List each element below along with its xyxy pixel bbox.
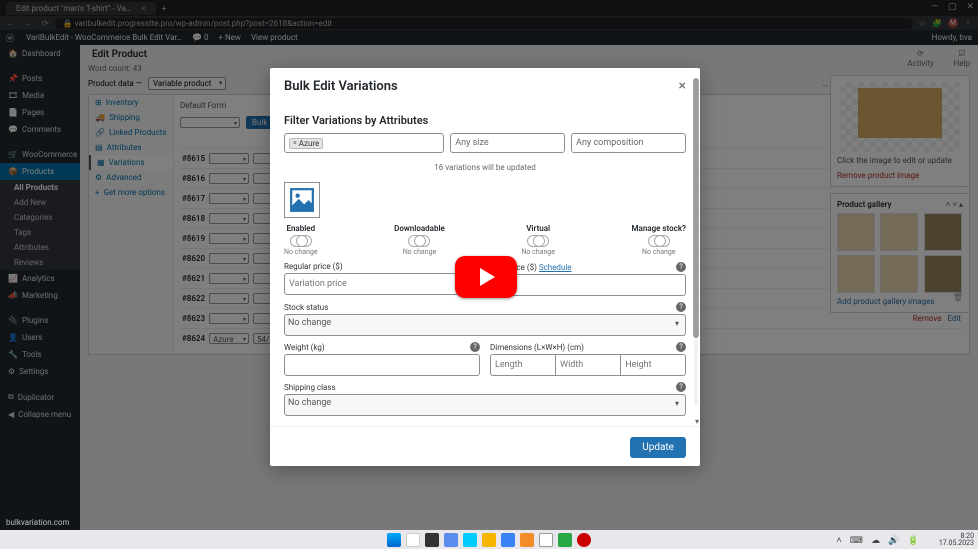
composition-filter-input[interactable]: Any composition [571, 133, 686, 153]
length-input[interactable] [490, 354, 555, 376]
explorer-icon[interactable] [444, 533, 458, 547]
shipping-class-label: Shipping class [284, 383, 336, 392]
regular-price-label: Regular price ($) [284, 262, 343, 271]
modal-scrollbar[interactable]: ▾ [692, 78, 700, 426]
stock-status-label: Stock status [284, 303, 328, 312]
sale-price-help-icon[interactable]: ? [676, 262, 686, 272]
stock-help-icon[interactable]: ? [676, 302, 686, 312]
image-icon [289, 187, 315, 213]
clock[interactable]: 8:20 17.05.2023 [939, 533, 974, 548]
app-icon[interactable] [501, 533, 515, 547]
variation-image-placeholder[interactable] [284, 182, 320, 218]
search-icon[interactable] [406, 533, 420, 547]
virtual-option: Virtual No change [521, 224, 555, 256]
downloadable-toggle[interactable] [408, 235, 430, 247]
enabled-option: Enabled No change [284, 224, 318, 256]
modal-title: Bulk Edit Variations [284, 79, 398, 94]
color-filter-input[interactable]: ×Azure [284, 133, 444, 153]
firefox-icon[interactable] [520, 533, 534, 547]
weight-label: Weight (kg) [284, 343, 325, 352]
ship-help-icon[interactable]: ? [676, 382, 686, 392]
weight-input[interactable] [284, 354, 480, 376]
color-tag[interactable]: ×Azure [289, 138, 323, 149]
schedule-link[interactable]: Schedule [539, 263, 572, 272]
start-button[interactable] [387, 533, 401, 547]
remove-tag-icon[interactable]: × [293, 139, 297, 147]
system-tray[interactable]: ˄ ⌨ ☁ 🔊 🔋 [836, 535, 922, 546]
filter-section-title: Filter Variations by Attributes [284, 114, 686, 127]
task-view-icon[interactable] [425, 533, 439, 547]
weight-help-icon[interactable]: ? [470, 342, 480, 352]
modal-close-icon[interactable]: × [679, 78, 686, 94]
manage-stock-option: Manage stock? No change [632, 224, 686, 256]
height-input[interactable] [620, 354, 686, 376]
size-filter-input[interactable]: Any size [450, 133, 565, 153]
windows-taskbar [0, 530, 978, 549]
record-icon[interactable] [577, 533, 591, 547]
stock-status-select[interactable]: No change [284, 314, 686, 336]
youtube-play-button[interactable] [455, 256, 517, 298]
manage-stock-toggle[interactable] [648, 235, 670, 247]
whatsapp-icon[interactable] [558, 533, 572, 547]
paint-icon[interactable] [482, 533, 496, 547]
width-input[interactable] [555, 354, 620, 376]
virtual-toggle[interactable] [527, 235, 549, 247]
sale-price-input[interactable] [490, 274, 686, 296]
enabled-toggle[interactable] [290, 235, 312, 247]
chrome-icon[interactable] [539, 533, 553, 547]
color-filter-text[interactable] [325, 138, 439, 148]
footer-brand-text: bulkvariation.com [6, 518, 70, 527]
variations-count-text: 16 variations will be updated [284, 163, 686, 172]
downloadable-option: Downloadable No change [394, 224, 445, 256]
shipping-class-select[interactable]: No change [284, 394, 686, 416]
regular-price-input[interactable] [284, 273, 480, 295]
update-button[interactable]: Update [630, 437, 686, 458]
edge-icon[interactable] [463, 533, 477, 547]
dims-help-icon[interactable]: ? [676, 342, 686, 352]
dimensions-label: Dimensions (L×W×H) (cm) [490, 343, 584, 352]
